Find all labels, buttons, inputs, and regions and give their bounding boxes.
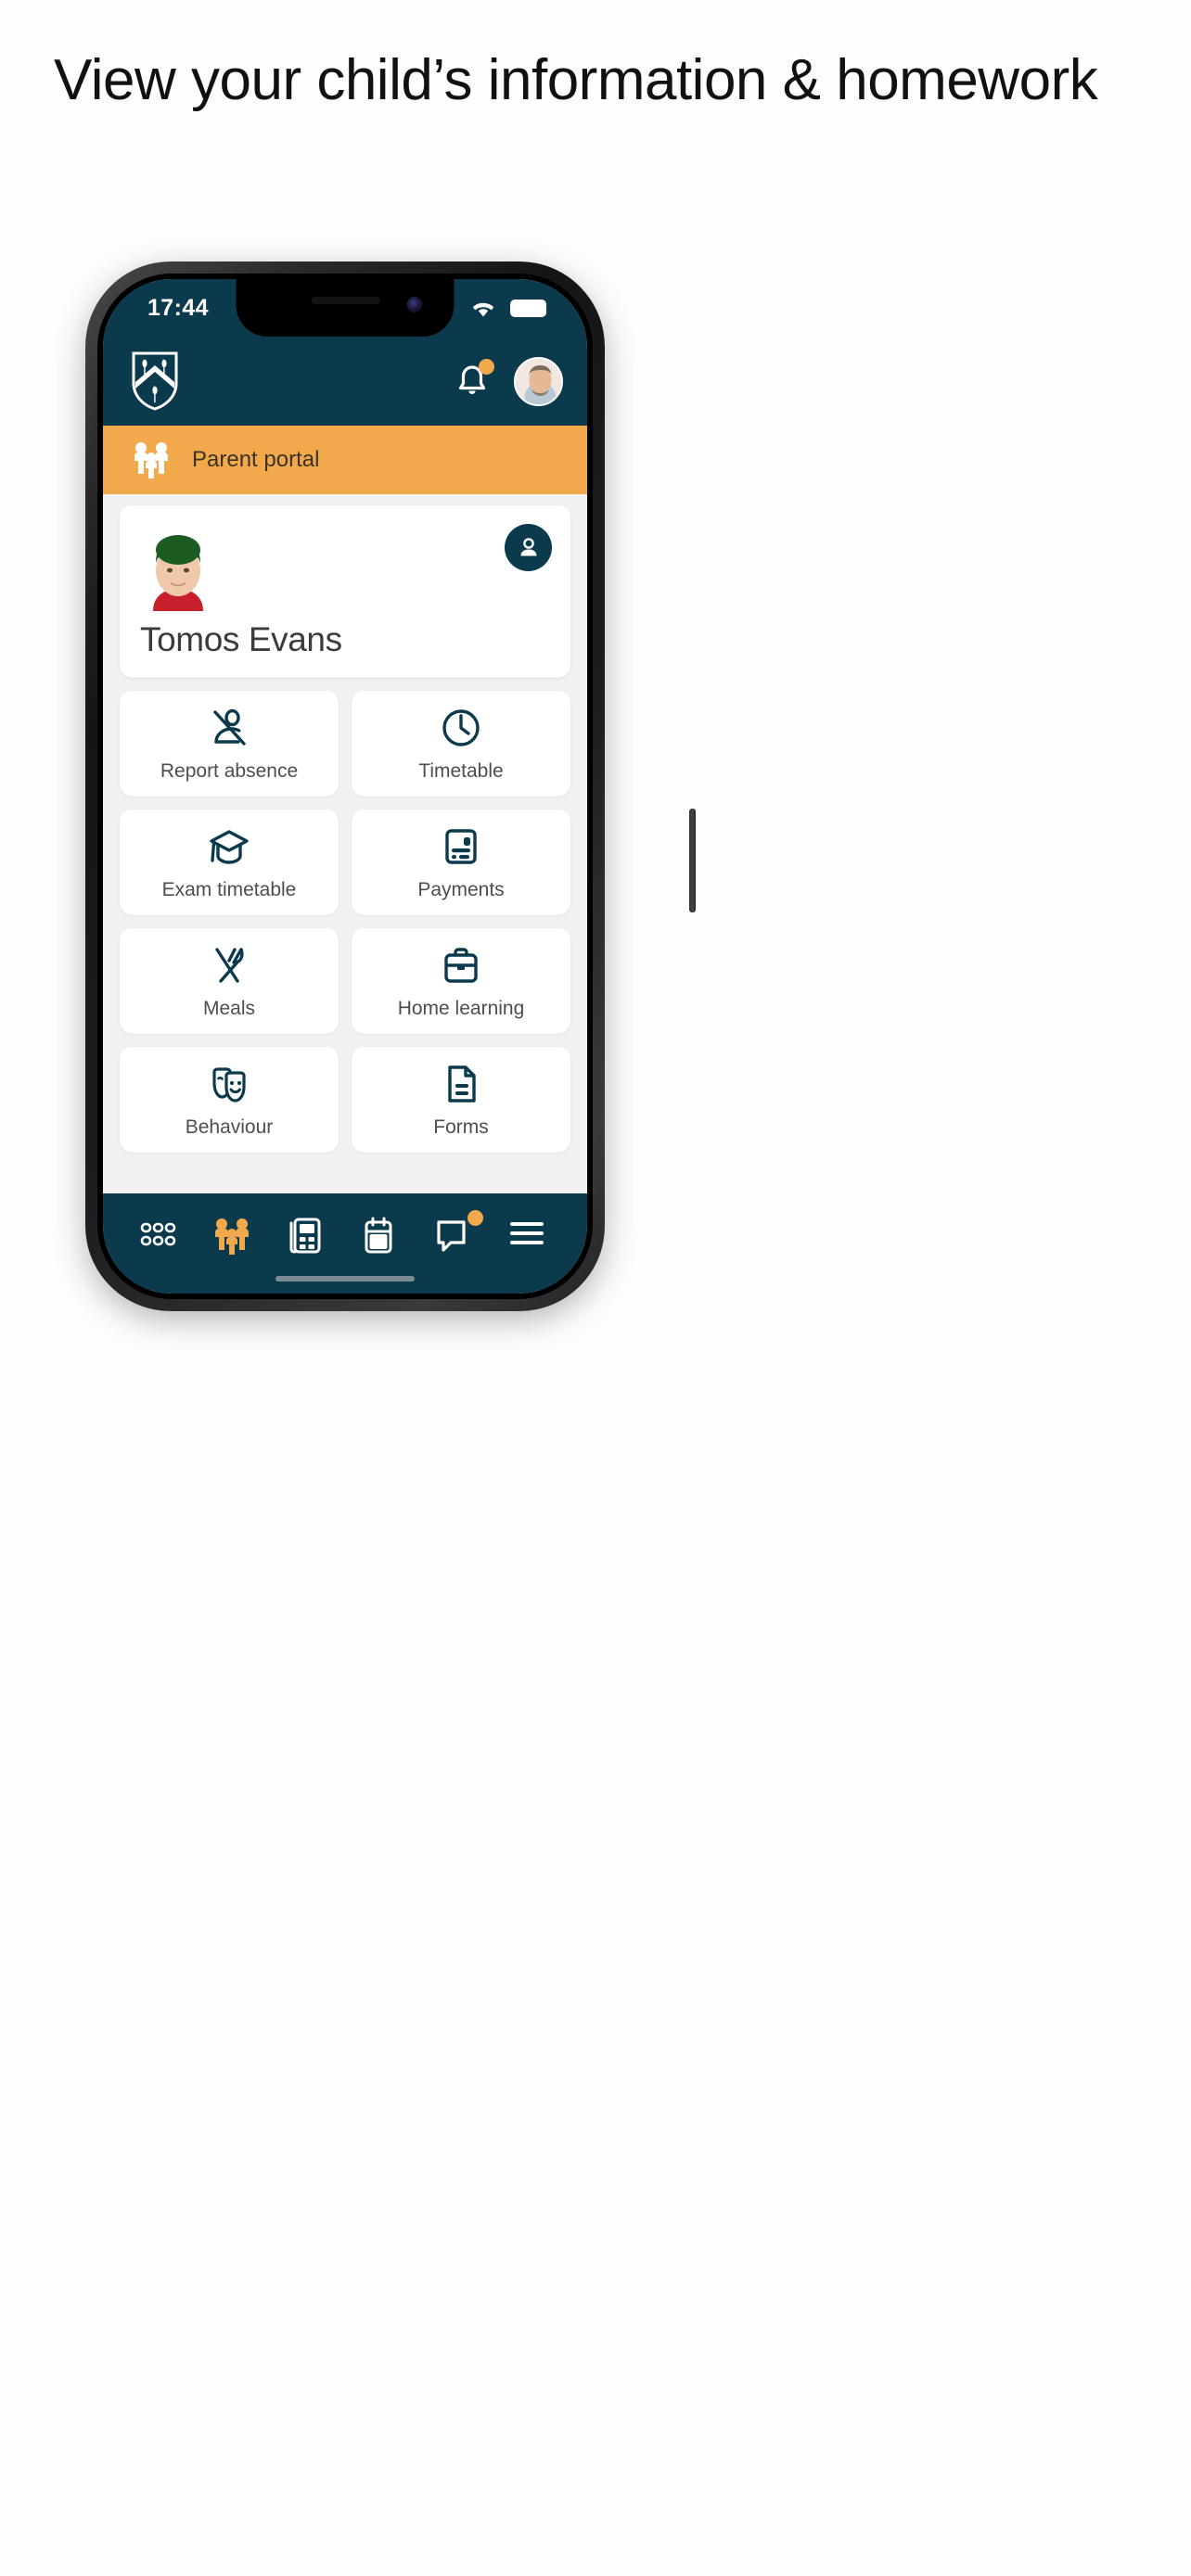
- home-indicator: [275, 1276, 415, 1282]
- app-header: [103, 337, 587, 426]
- tile-payments[interactable]: Payments: [352, 810, 570, 915]
- tile-meals[interactable]: Meals: [120, 928, 339, 1034]
- user-avatar-image[interactable]: [514, 356, 563, 406]
- calendar-icon: [365, 1217, 392, 1254]
- clock-icon: [442, 709, 480, 746]
- tile-label: Behaviour: [185, 1116, 274, 1138]
- briefcase-icon: [444, 948, 478, 983]
- newspaper-icon: [289, 1218, 321, 1254]
- quick-links-grid: Report absence Timetable Exam timetable …: [120, 691, 570, 1153]
- document-icon: [448, 1065, 476, 1103]
- tile-label: Forms: [433, 1116, 489, 1138]
- tile-exam-timetable[interactable]: Exam timetable: [120, 810, 339, 915]
- phone-frame: 17:44 Parent portal Tomos Evans Report a…: [85, 261, 696, 1311]
- student-name: Tomos Evans: [140, 620, 342, 658]
- tab-calendar[interactable]: [358, 1216, 406, 1258]
- main-content: Tomos Evans Report absence Timetable Exa…: [103, 494, 587, 1180]
- parent-portal-label: Parent portal: [192, 447, 320, 472]
- phone-screen: 17:44 Parent portal Tomos Evans Report a…: [103, 279, 587, 1294]
- status-icons: [467, 297, 546, 320]
- student-photo: [142, 522, 214, 611]
- person-absent-icon: [213, 708, 246, 746]
- tile-label: Meals: [202, 998, 256, 1019]
- tab-news[interactable]: [284, 1216, 332, 1258]
- tab-menu[interactable]: [506, 1216, 554, 1258]
- tab-apps[interactable]: [136, 1216, 185, 1258]
- messages-badge: [467, 1210, 484, 1226]
- phone-bezel: 17:44 Parent portal Tomos Evans Report a…: [97, 274, 593, 1299]
- school-crest-icon[interactable]: [131, 351, 179, 411]
- notifications-button[interactable]: [451, 359, 494, 402]
- graduation-cap-icon: [210, 830, 249, 864]
- tab-family[interactable]: [210, 1216, 258, 1258]
- student-card[interactable]: Tomos Evans: [120, 505, 570, 678]
- tile-behaviour[interactable]: Behaviour: [120, 1047, 339, 1153]
- status-time: 17:44: [147, 294, 209, 321]
- grid-dots-icon: [140, 1222, 176, 1246]
- parent-portal-bar[interactable]: Parent portal: [103, 426, 587, 494]
- tile-label: Timetable: [418, 760, 504, 782]
- tile-timetable[interactable]: Timetable: [352, 691, 570, 797]
- tile-forms[interactable]: Forms: [352, 1047, 570, 1153]
- notch: [236, 279, 455, 337]
- family-icon: [134, 442, 168, 478]
- person-icon: [520, 537, 536, 555]
- notification-badge: [479, 359, 494, 375]
- tile-label: Report absence: [160, 760, 299, 782]
- app-header-actions: [451, 356, 563, 406]
- theatre-masks-icon: [212, 1067, 246, 1103]
- wifi-icon: [472, 302, 494, 316]
- tab-messages[interactable]: [431, 1210, 484, 1258]
- tile-report-absence[interactable]: Report absence: [120, 691, 339, 797]
- payment-card-icon: [445, 829, 477, 864]
- page-title: View your child’s information & homework: [54, 48, 1098, 112]
- tile-home-learning[interactable]: Home learning: [352, 928, 570, 1034]
- hamburger-icon: [510, 1222, 544, 1244]
- front-camera-icon: [406, 297, 423, 312]
- battery-full-icon: [510, 299, 546, 317]
- cutlery-icon: [215, 948, 244, 983]
- student-profile-button[interactable]: [505, 524, 552, 571]
- earpiece-speaker: [311, 297, 379, 304]
- tile-label: Payments: [417, 879, 505, 900]
- power-button[interactable]: [689, 809, 696, 912]
- tile-label: Exam timetable: [161, 879, 297, 900]
- family-icon: [215, 1218, 250, 1255]
- tile-label: Home learning: [397, 998, 525, 1019]
